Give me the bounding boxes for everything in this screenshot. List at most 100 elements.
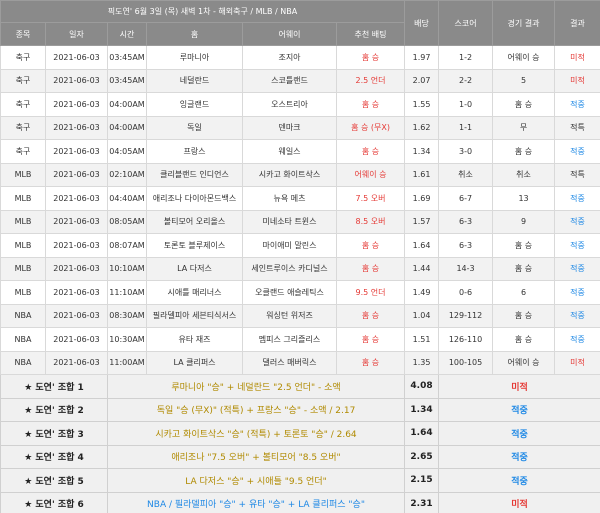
cell-sport: MLB (0, 233, 46, 258)
combo-name: ★ 도연' 조합 4 (0, 444, 108, 469)
combo-description: LA 다저스 "승" + 시애틀 "9.5 언더" (106, 468, 406, 493)
cell-odds: 1.51 (404, 327, 440, 352)
combo-description: 루마니아 "승" + 네덜란드 "2.5 언더" - 소액 (106, 374, 406, 399)
cell-result: 적중 (554, 92, 600, 117)
cell-result: 적중 (554, 209, 600, 234)
cell-result: 미적 (554, 45, 600, 70)
cell-result: 적중 (554, 186, 600, 211)
cell-score: 14-3 (438, 256, 494, 281)
games-body: 축구 2021-06-03 03:45AM 루마니아 조지아 홈 승 1.97 1-2 어웨이 … (0, 45, 600, 375)
cell-game-result: 홈 승 (492, 327, 556, 352)
cell-away-team: 마이애미 말린스 (242, 233, 337, 258)
cell-date: 2021-06-03 (45, 139, 108, 164)
cell-time: 10:30AM (107, 327, 147, 352)
cell-odds: 1.34 (404, 139, 440, 164)
cell-result: 적중 (554, 139, 600, 164)
cell-pick: 8.5 오버 (335, 209, 406, 234)
col-pick: 추천 배팅 (335, 22, 406, 46)
combo-result: 적중 (438, 444, 600, 469)
cell-away-team: 댈러스 매버릭스 (242, 350, 337, 375)
col-result: 결과 (554, 0, 600, 46)
cell-result: 적중 (554, 256, 600, 281)
cell-game-result: 홈 승 (492, 303, 556, 328)
combo-description: 독일 "승 (무X)" (적특) + 프랑스 "승" - 소액 / 2.17 (106, 397, 406, 422)
combo-description: 애리조나 "7.5 오버" + 볼티모어 "8.5 오버" (106, 444, 406, 469)
cell-game-result: 홈 승 (492, 256, 556, 281)
cell-sport: MLB (0, 162, 46, 187)
cell-score: 0-6 (438, 280, 494, 305)
cell-home-team: 필라델피아 세븐티식서스 (146, 303, 243, 328)
cell-score: 1-1 (438, 115, 494, 140)
cell-date: 2021-06-03 (45, 45, 108, 70)
cell-time: 08:05AM (107, 209, 147, 234)
cell-home-team: 네덜란드 (146, 68, 243, 93)
table-header: 픽도연' 6월 3일 (목) 새벽 1차 - 해외축구 / MLB / NBA … (0, 0, 600, 46)
cell-date: 2021-06-03 (45, 280, 108, 305)
cell-odds: 1.55 (404, 92, 440, 117)
combo-odds: 2.15 (404, 468, 440, 493)
cell-away-team: 스코틀랜드 (242, 68, 337, 93)
cell-sport: 축구 (0, 45, 46, 70)
table-row: MLB 2021-06-03 08:05AM 볼티모어 오리올스 미네소타 트윈스 8.5… (0, 209, 600, 234)
cell-game-result: 어웨이 승 (492, 350, 556, 375)
col-game-result: 경기 결과 (492, 0, 556, 46)
cell-game-result: 13 (492, 186, 556, 211)
cell-home-team: 애리조나 다이아몬드백스 (146, 186, 243, 211)
cell-game-result: 취소 (492, 162, 556, 187)
cell-sport: NBA (0, 350, 46, 375)
combo-odds: 4.08 (404, 374, 440, 399)
cell-game-result: 무 (492, 115, 556, 140)
combo-row: ★ 도연' 조합 3 시카고 화이트삭스 "승" (적특) + 토론토 "승" /… (0, 421, 600, 446)
table-row: MLB 2021-06-03 02:10AM 클리블랜드 인디언스 시카고 화이트삭스 어… (0, 162, 600, 187)
cell-time: 04:00AM (107, 115, 147, 140)
table-row: 축구 2021-06-03 04:00AM 잉글랜드 오스트리아 홈 승 1.55 1-0 홈 … (0, 92, 600, 117)
cell-pick: 2.5 언더 (335, 68, 406, 93)
cell-sport: 축구 (0, 68, 46, 93)
cell-game-result: 9 (492, 209, 556, 234)
table-row: 축구 2021-06-03 03:45AM 네덜란드 스코틀랜드 2.5 언더 2.07 2-… (0, 68, 600, 93)
cell-time: 03:45AM (107, 45, 147, 70)
cell-time: 02:10AM (107, 162, 147, 187)
page-title: 픽도연' 6월 3일 (목) 새벽 1차 - 해외축구 / MLB / NBA (0, 0, 406, 23)
cell-game-result: 홈 승 (492, 139, 556, 164)
cell-home-team: LA 다저스 (146, 256, 243, 281)
cell-away-team: 미네소타 트윈스 (242, 209, 337, 234)
cell-date: 2021-06-03 (45, 186, 108, 211)
cell-sport: MLB (0, 256, 46, 281)
combo-name: ★ 도연' 조합 5 (0, 468, 108, 493)
cell-pick: 어웨이 승 (335, 162, 406, 187)
cell-home-team: 잉글랜드 (146, 92, 243, 117)
cell-time: 08:30AM (107, 303, 147, 328)
combo-odds: 1.64 (404, 421, 440, 446)
table-row: MLB 2021-06-03 11:10AM 시애틀 매리너스 오클랜드 애슬레틱스 9.… (0, 280, 600, 305)
combo-odds: 1.34 (404, 397, 440, 422)
cell-date: 2021-06-03 (45, 209, 108, 234)
cell-result: 적중 (554, 303, 600, 328)
cell-sport: 축구 (0, 139, 46, 164)
picks-table: 픽도연' 6월 3일 (목) 새벽 1차 - 해외축구 / MLB / NBA … (0, 0, 600, 513)
cell-date: 2021-06-03 (45, 327, 108, 352)
cell-pick: 홈 승 (335, 350, 406, 375)
cell-odds: 1.49 (404, 280, 440, 305)
combo-result: 적중 (438, 397, 600, 422)
cell-time: 10:10AM (107, 256, 147, 281)
cell-pick: 홈 승 (무X) (335, 115, 406, 140)
cell-sport: MLB (0, 209, 46, 234)
table-row: NBA 2021-06-03 10:30AM 유타 재즈 멤피스 그리즐리스 홈 승 1.5… (0, 327, 600, 352)
combo-name: ★ 도연' 조합 2 (0, 397, 108, 422)
cell-time: 11:00AM (107, 350, 147, 375)
cell-home-team: 프랑스 (146, 139, 243, 164)
cell-score: 6-7 (438, 186, 494, 211)
col-sport: 종목 (0, 22, 46, 46)
cell-away-team: 멤피스 그리즐리스 (242, 327, 337, 352)
cell-score: 100-105 (438, 350, 494, 375)
table-row: MLB 2021-06-03 10:10AM LA 다저스 세인트루이스 카디널스 홈 승… (0, 256, 600, 281)
cell-result: 적중 (554, 327, 600, 352)
cell-sport: 축구 (0, 115, 46, 140)
cell-date: 2021-06-03 (45, 92, 108, 117)
cell-date: 2021-06-03 (45, 68, 108, 93)
cell-sport: NBA (0, 327, 46, 352)
cell-date: 2021-06-03 (45, 256, 108, 281)
cell-pick: 홈 승 (335, 256, 406, 281)
cell-home-team: 루마니아 (146, 45, 243, 70)
